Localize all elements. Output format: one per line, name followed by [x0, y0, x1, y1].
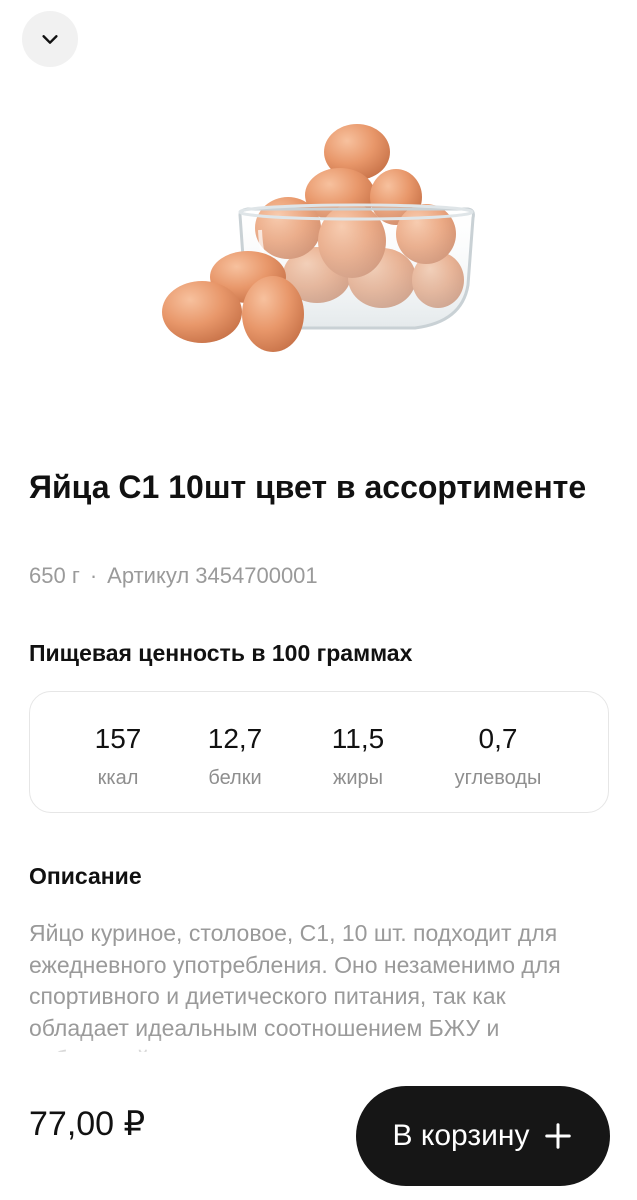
- product-article: Артикул 3454700001: [107, 563, 318, 588]
- chevron-down-icon: [39, 28, 61, 50]
- nutrition-label: белки: [208, 767, 262, 789]
- product-weight: 650 г: [29, 563, 80, 588]
- nutrition-card: 157 ккал 12,7 белки 11,5 жиры 0,7 углево…: [29, 691, 609, 813]
- add-to-cart-button[interactable]: В корзину: [356, 1086, 610, 1186]
- product-price: 77,00 ₽: [29, 1105, 146, 1143]
- add-to-cart-label: В корзину: [392, 1119, 530, 1152]
- nutrition-value: 0,7: [478, 723, 518, 754]
- collapse-button[interactable]: [22, 11, 78, 67]
- plus-icon: [543, 1121, 573, 1151]
- product-meta: 650 г · Артикул 3454700001: [29, 562, 318, 590]
- nutrition-label: ккал: [97, 767, 139, 789]
- product-title: Яйца С1 10шт цвет в ассортименте: [29, 469, 587, 505]
- nutrition-label: углеводы: [454, 767, 542, 789]
- product-sheet: Яйца С1 10шт цвет в ассортименте 650 г ·…: [0, 0, 637, 1200]
- nutrition-label: жиры: [332, 767, 384, 789]
- nutrition-value: 12,7: [207, 723, 263, 754]
- product-image: [150, 110, 490, 370]
- nutrition-value: 157: [94, 723, 142, 754]
- meta-separator: ·: [89, 563, 98, 588]
- nutrition-value: 11,5: [331, 723, 385, 754]
- nutrition-heading: Пищевая ценность в 100 граммах: [29, 640, 413, 666]
- description-heading: Описание: [29, 863, 142, 889]
